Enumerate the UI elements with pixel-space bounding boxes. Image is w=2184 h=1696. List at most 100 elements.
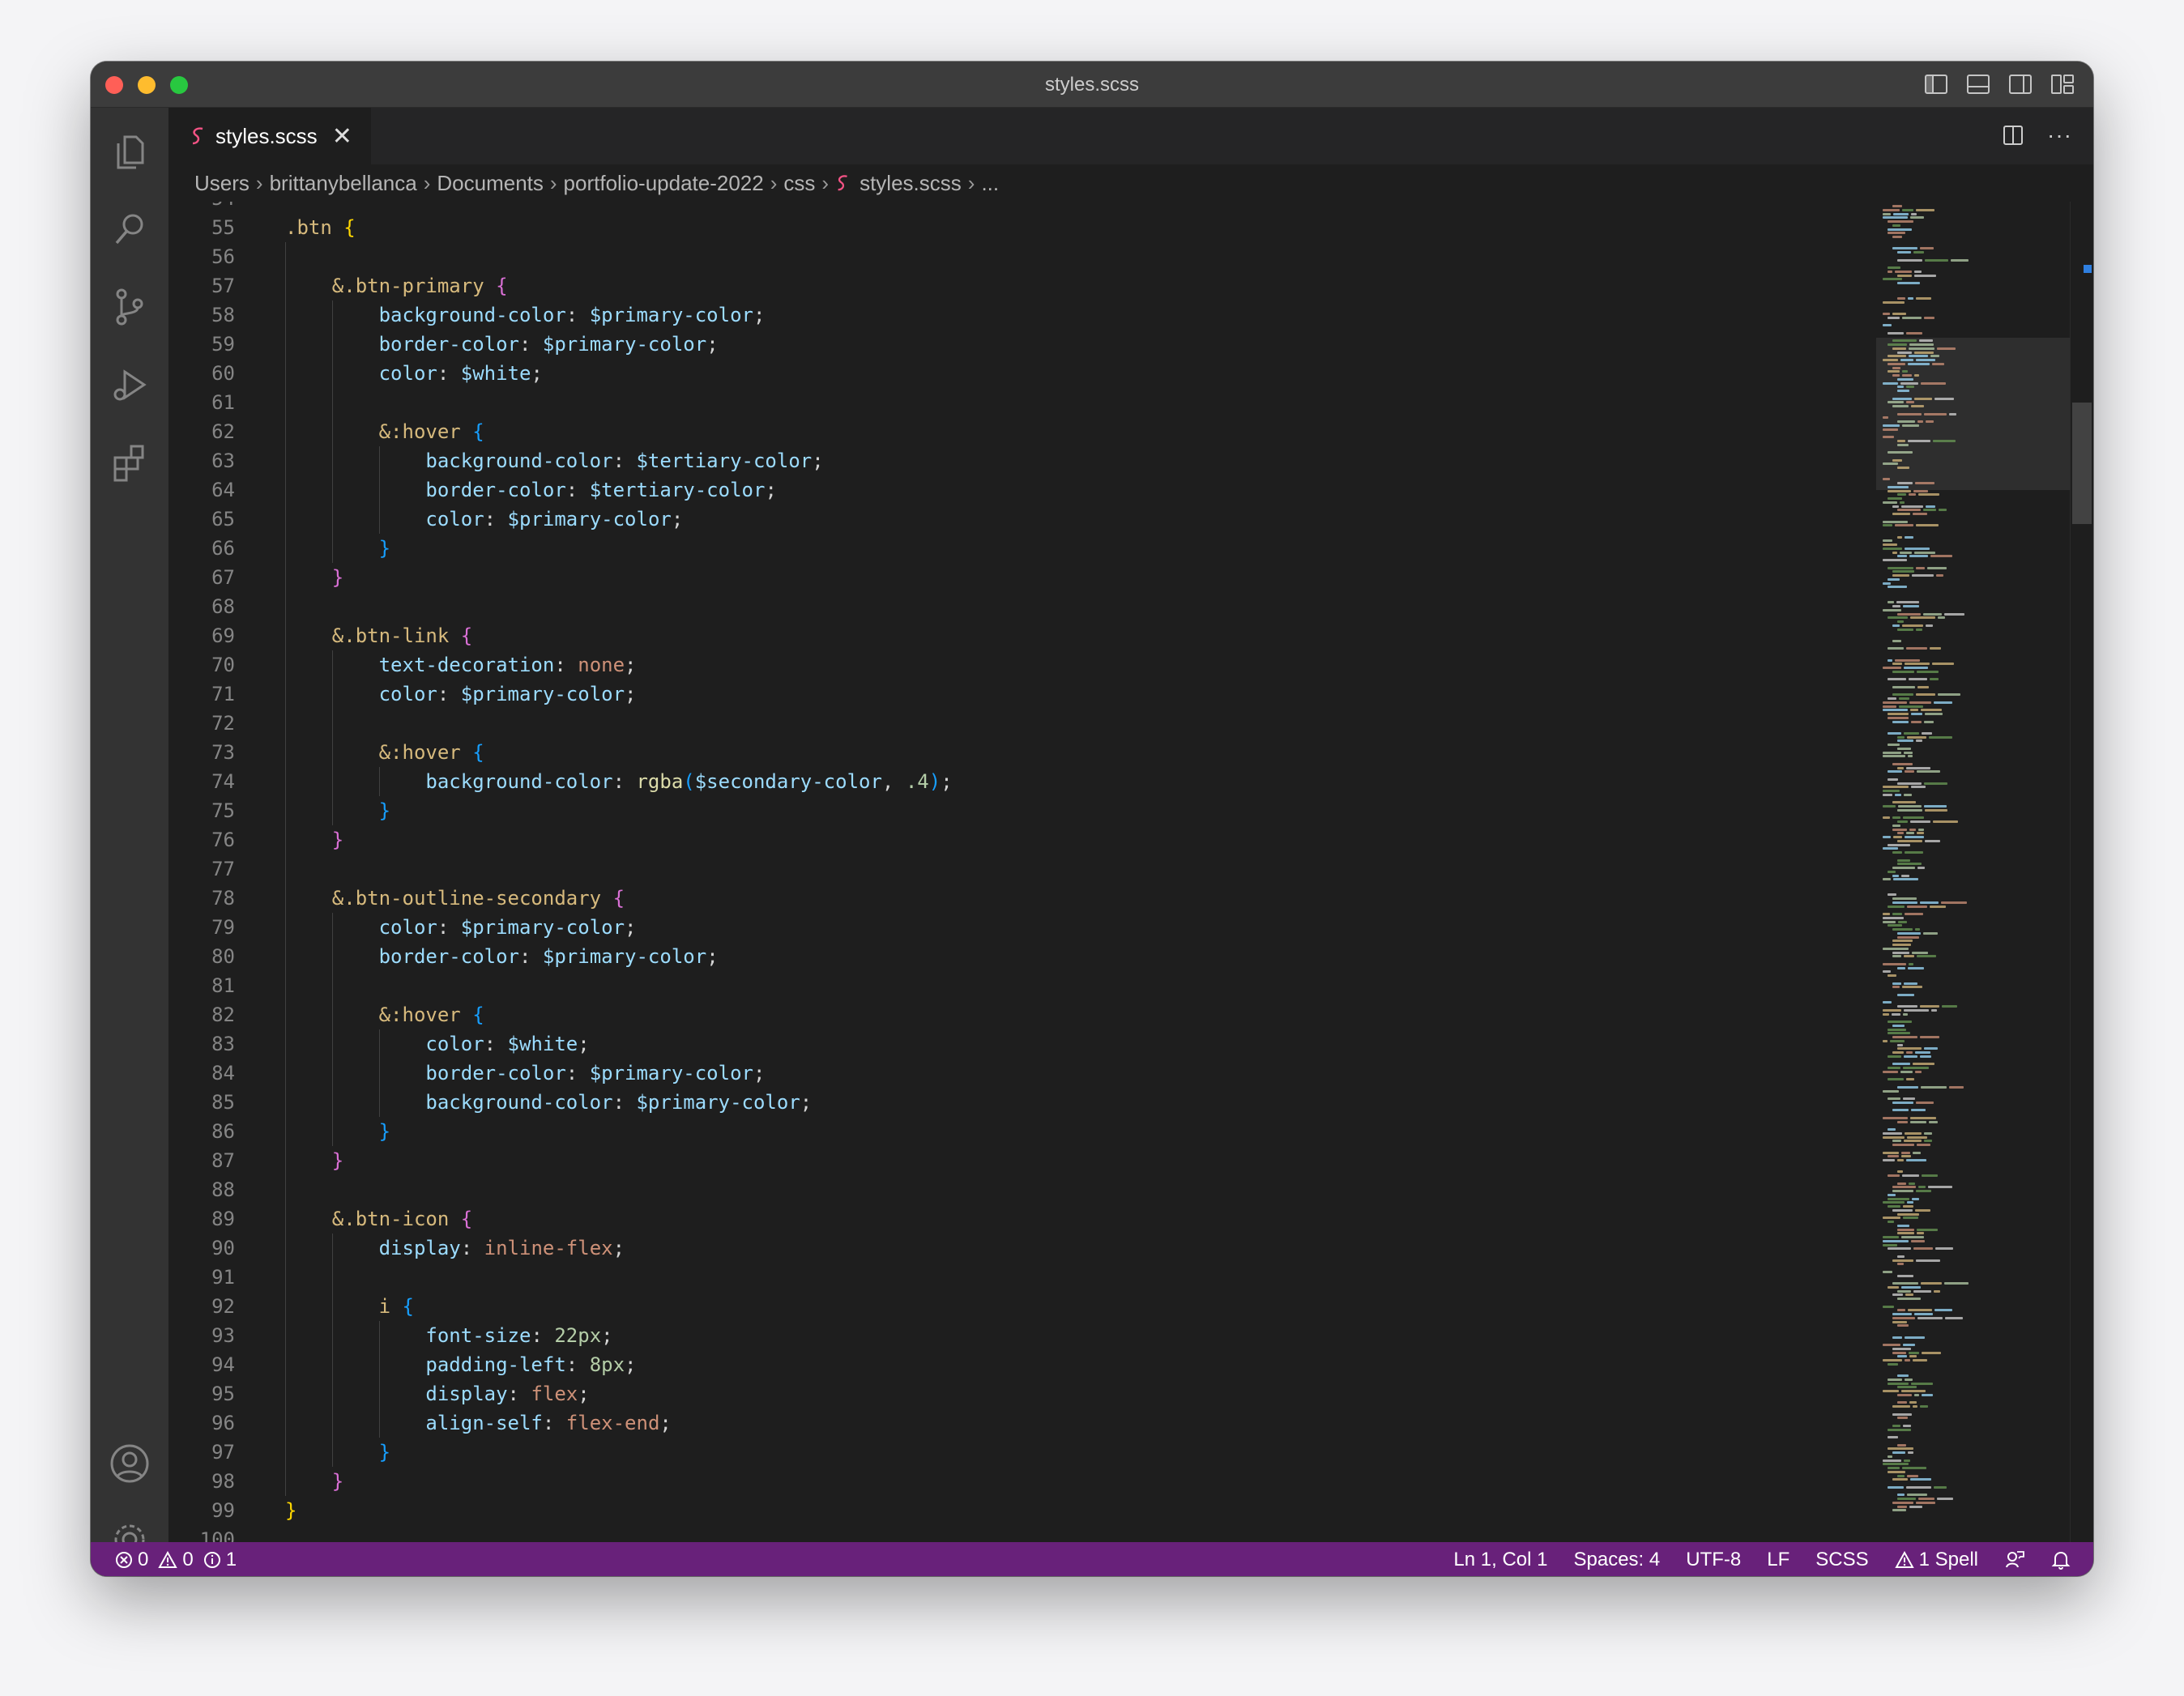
code-line[interactable]: 59 border-color: $primary-color; xyxy=(168,330,1951,359)
code-line[interactable]: 80 border-color: $primary-color; xyxy=(168,942,1951,971)
code-line[interactable]: 71 color: $primary-color; xyxy=(168,680,1951,709)
toggle-primary-sidebar-icon[interactable] xyxy=(1923,73,1949,96)
code-line[interactable]: 75 } xyxy=(168,796,1951,825)
breadcrumb-item[interactable]: css xyxy=(783,171,815,196)
code-line[interactable]: 69 &.btn-link { xyxy=(168,621,1951,650)
code-line[interactable]: 86 } xyxy=(168,1117,1951,1146)
code-line[interactable]: 90 display: inline-flex; xyxy=(168,1234,1951,1263)
code-line[interactable]: 76 } xyxy=(168,825,1951,854)
minimap[interactable] xyxy=(1876,202,2071,1542)
accounts-icon[interactable] xyxy=(107,1441,152,1486)
breadcrumb-item[interactable]: portfolio-update-2022 xyxy=(564,171,764,196)
code-line[interactable]: 94 padding-left: 8px; xyxy=(168,1350,1951,1379)
code-line[interactable]: 61 xyxy=(168,388,1951,417)
indent-guide xyxy=(285,388,286,417)
code-line[interactable]: 79 color: $primary-color; xyxy=(168,913,1951,942)
code-line[interactable]: 91 xyxy=(168,1263,1951,1292)
extensions-icon[interactable] xyxy=(107,440,152,485)
code-line[interactable]: 54 xyxy=(168,202,1951,213)
minimap-code-line xyxy=(1888,1221,1894,1223)
code-line[interactable]: 60 color: $white; xyxy=(168,359,1951,388)
code-line[interactable]: 92 i { xyxy=(168,1292,1951,1321)
code-line[interactable]: 57 &.btn-primary { xyxy=(168,271,1951,300)
tab-styles-scss[interactable]: styles.scss ✕ xyxy=(168,108,371,164)
code-line[interactable]: 81 xyxy=(168,971,1951,1000)
code-line[interactable]: 100 xyxy=(168,1525,1951,1542)
code-line[interactable]: 72 xyxy=(168,709,1951,738)
code-line[interactable]: 55 .btn { xyxy=(168,213,1951,242)
code-line[interactable]: 66 } xyxy=(168,534,1951,563)
breadcrumb-item[interactable]: styles.scss xyxy=(860,171,962,196)
more-actions-icon[interactable]: ··· xyxy=(2047,124,2072,147)
code-line[interactable]: 68 xyxy=(168,592,1951,621)
breadcrumb-item[interactable]: Documents xyxy=(437,171,544,196)
minimap-code-line xyxy=(1913,489,1929,492)
code-line[interactable]: 83 color: $white; xyxy=(168,1029,1951,1059)
feedback-icon[interactable] xyxy=(2004,1549,2025,1570)
code-editor[interactable]: 5455.btn {5657 &.btn-primary {58 backgro… xyxy=(168,202,2093,1542)
minimap-code-line xyxy=(1903,1055,1917,1058)
minimap-code-line xyxy=(1888,1028,1907,1031)
search-icon[interactable] xyxy=(107,207,152,252)
run-debug-icon[interactable] xyxy=(107,362,152,407)
code-lines[interactable]: 5455.btn {5657 &.btn-primary {58 backgro… xyxy=(168,202,1951,1542)
code-line[interactable]: 56 xyxy=(168,242,1951,271)
code-line[interactable]: 88 xyxy=(168,1175,1951,1204)
source-control-icon[interactable] xyxy=(107,284,152,330)
minimap-code-line xyxy=(1907,1494,1927,1497)
spell-check-status[interactable]: 1 Spell xyxy=(1894,1549,1978,1571)
code-line[interactable]: 82 &:hover { xyxy=(168,1000,1951,1029)
code-line[interactable]: 67 } xyxy=(168,563,1951,592)
breadcrumb-item[interactable]: Users xyxy=(194,171,250,196)
line-number: 93 xyxy=(211,1324,235,1347)
code-line[interactable]: 74 background-color: rgba($secondary-col… xyxy=(168,767,1951,796)
code-line[interactable]: 58 background-color: $primary-color; xyxy=(168,300,1951,330)
code-line[interactable]: 98 } xyxy=(168,1467,1951,1496)
chevron-right-icon: › xyxy=(821,170,830,195)
code-line[interactable]: 96 align-self: flex-end; xyxy=(168,1408,1951,1438)
code-line[interactable]: 85 background-color: $primary-color; xyxy=(168,1088,1951,1117)
indentation-setting[interactable]: Spaces: 4 xyxy=(1574,1549,1661,1571)
tab-close-icon[interactable]: ✕ xyxy=(332,122,352,151)
code-line[interactable]: 77 xyxy=(168,854,1951,884)
customize-layout-icon[interactable] xyxy=(2050,73,2075,96)
minimap-code-line xyxy=(1892,505,1900,508)
code-line[interactable]: 64 border-color: $tertiary-color; xyxy=(168,475,1951,505)
language-mode[interactable]: SCSS xyxy=(1815,1549,1868,1571)
indent-guide xyxy=(331,971,333,1000)
vertical-scrollbar[interactable] xyxy=(2070,202,2093,1542)
code-line[interactable]: 95 display: flex; xyxy=(168,1379,1951,1408)
problems-indicator[interactable]: 0 0 1 xyxy=(115,1549,237,1571)
code-line[interactable]: 93 font-size: 22px; xyxy=(168,1321,1951,1350)
minimap-code-line xyxy=(1916,770,1940,773)
explorer-icon[interactable] xyxy=(107,129,152,174)
code-line[interactable]: 78 &.btn-outline-secondary { xyxy=(168,884,1951,913)
minimap-code-line xyxy=(1891,1012,1901,1016)
code-line[interactable]: 89 &.btn-icon { xyxy=(168,1204,1951,1234)
split-editor-icon[interactable] xyxy=(2002,124,2024,147)
breadcrumb-item[interactable]: brittanybellanca xyxy=(270,171,417,196)
code-line[interactable]: 84 border-color: $primary-color; xyxy=(168,1059,1951,1088)
minimap-code-line xyxy=(1897,863,1922,866)
toggle-panel-icon[interactable] xyxy=(1965,73,1991,96)
code-line[interactable]: 97 } xyxy=(168,1438,1951,1467)
code-line[interactable]: 87 } xyxy=(168,1146,1951,1175)
code-line[interactable]: 63 background-color: $tertiary-color; xyxy=(168,446,1951,475)
code-line[interactable]: 65 color: $primary-color; xyxy=(168,505,1951,534)
minimap-code-line xyxy=(1883,751,1902,754)
cursor-position[interactable]: Ln 1, Col 1 xyxy=(1453,1549,1547,1571)
minimap-code-line xyxy=(1897,839,1923,842)
code-line[interactable]: 70 text-decoration: none; xyxy=(168,650,1951,680)
breadcrumb-item[interactable]: ... xyxy=(981,171,999,196)
notifications-bell-icon[interactable] xyxy=(2051,1549,2071,1570)
minimap-code-line xyxy=(1892,940,1913,943)
code-line[interactable]: 73 &:hover { xyxy=(168,738,1951,767)
end-of-line[interactable]: LF xyxy=(1767,1549,1789,1571)
code-line[interactable]: 99} xyxy=(168,1496,1951,1525)
toggle-secondary-sidebar-icon[interactable] xyxy=(2007,73,2033,96)
file-encoding[interactable]: UTF-8 xyxy=(1686,1549,1741,1571)
line-number: 58 xyxy=(211,304,235,326)
minimap-code-line xyxy=(1927,566,1947,569)
code-line[interactable]: 62 &:hover { xyxy=(168,417,1951,446)
scrollbar-thumb[interactable] xyxy=(2072,403,2092,524)
